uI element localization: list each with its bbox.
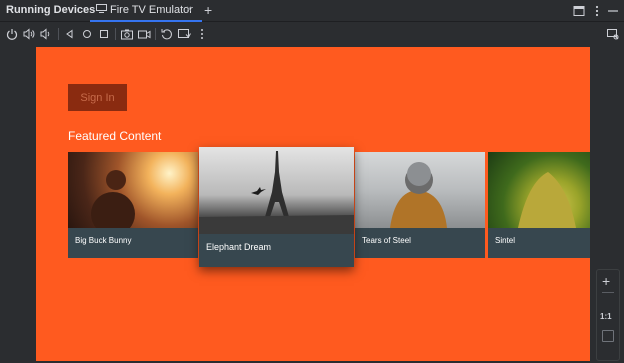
device-mirror-icon[interactable] bbox=[606, 27, 620, 41]
section-title: Featured Content bbox=[68, 129, 162, 143]
zoom-panel: + 1:1 bbox=[596, 269, 620, 361]
actual-size-button[interactable]: 1:1 bbox=[600, 312, 612, 321]
card-title: Big Buck Bunny bbox=[75, 236, 132, 245]
silhouette-image bbox=[91, 170, 135, 236]
overview-icon[interactable] bbox=[97, 27, 111, 41]
volume-up-icon[interactable] bbox=[22, 27, 36, 41]
power-icon[interactable] bbox=[5, 27, 19, 41]
zoom-to-fit-icon[interactable] bbox=[602, 330, 614, 342]
minimize-icon[interactable] bbox=[607, 5, 619, 17]
card-image-person-beanie bbox=[355, 152, 485, 228]
rotate-icon[interactable] bbox=[160, 27, 174, 41]
card-image-eiffel-tower bbox=[199, 147, 354, 234]
options-icon[interactable] bbox=[591, 5, 603, 17]
back-icon[interactable] bbox=[63, 27, 77, 41]
card-title: Elephant Dream bbox=[206, 242, 272, 252]
person-image bbox=[390, 162, 447, 228]
content-card-focused[interactable]: Elephant Dream bbox=[199, 147, 354, 267]
home-icon[interactable] bbox=[80, 27, 94, 41]
screenshot-icon[interactable] bbox=[120, 27, 134, 41]
content-card[interactable]: Tears of Steel bbox=[355, 152, 485, 258]
toolbar-separator bbox=[115, 28, 116, 40]
tab-label: Fire TV Emulator bbox=[110, 4, 193, 16]
card-title: Sintel bbox=[495, 236, 516, 245]
zoom-in-icon[interactable]: + bbox=[602, 274, 610, 288]
toolbar-separator bbox=[58, 28, 59, 40]
tool-window-title: Running Devices bbox=[6, 4, 96, 16]
card-title: Tears of Steel bbox=[362, 236, 411, 245]
toolbar-separator bbox=[155, 28, 156, 40]
tv-screen[interactable]: Sign In Featured Content Big Buck Bunny … bbox=[36, 47, 590, 361]
add-tab-icon[interactable]: + bbox=[204, 1, 212, 19]
content-card[interactable]: Big Buck Bunny bbox=[68, 152, 198, 258]
content-card[interactable]: Sintel bbox=[488, 152, 590, 258]
close-tab-icon[interactable]: × bbox=[186, 4, 192, 15]
eiffel-tower-image bbox=[199, 151, 354, 234]
emulator-toolbar bbox=[0, 23, 624, 45]
tab-fire-tv-emulator[interactable]: Fire TV Emulator × bbox=[90, 0, 202, 22]
zoom-out-icon[interactable] bbox=[602, 292, 614, 293]
volume-down-icon[interactable] bbox=[39, 27, 53, 41]
more-icon[interactable] bbox=[195, 27, 209, 41]
screen-record-icon[interactable] bbox=[137, 27, 151, 41]
device-display-area: Sign In Featured Content Big Buck Bunny … bbox=[0, 45, 624, 363]
card-image-sunset-silhouette bbox=[68, 152, 198, 236]
device-icon bbox=[96, 4, 107, 13]
snapshots-icon[interactable] bbox=[177, 27, 191, 41]
layout-icon[interactable] bbox=[573, 5, 585, 17]
tool-window-header: Running Devices Fire TV Emulator × + bbox=[0, 0, 624, 22]
card-image-mossy-tree bbox=[488, 152, 590, 228]
tree-image bbox=[518, 172, 576, 228]
sign-in-button[interactable]: Sign In bbox=[68, 84, 127, 111]
